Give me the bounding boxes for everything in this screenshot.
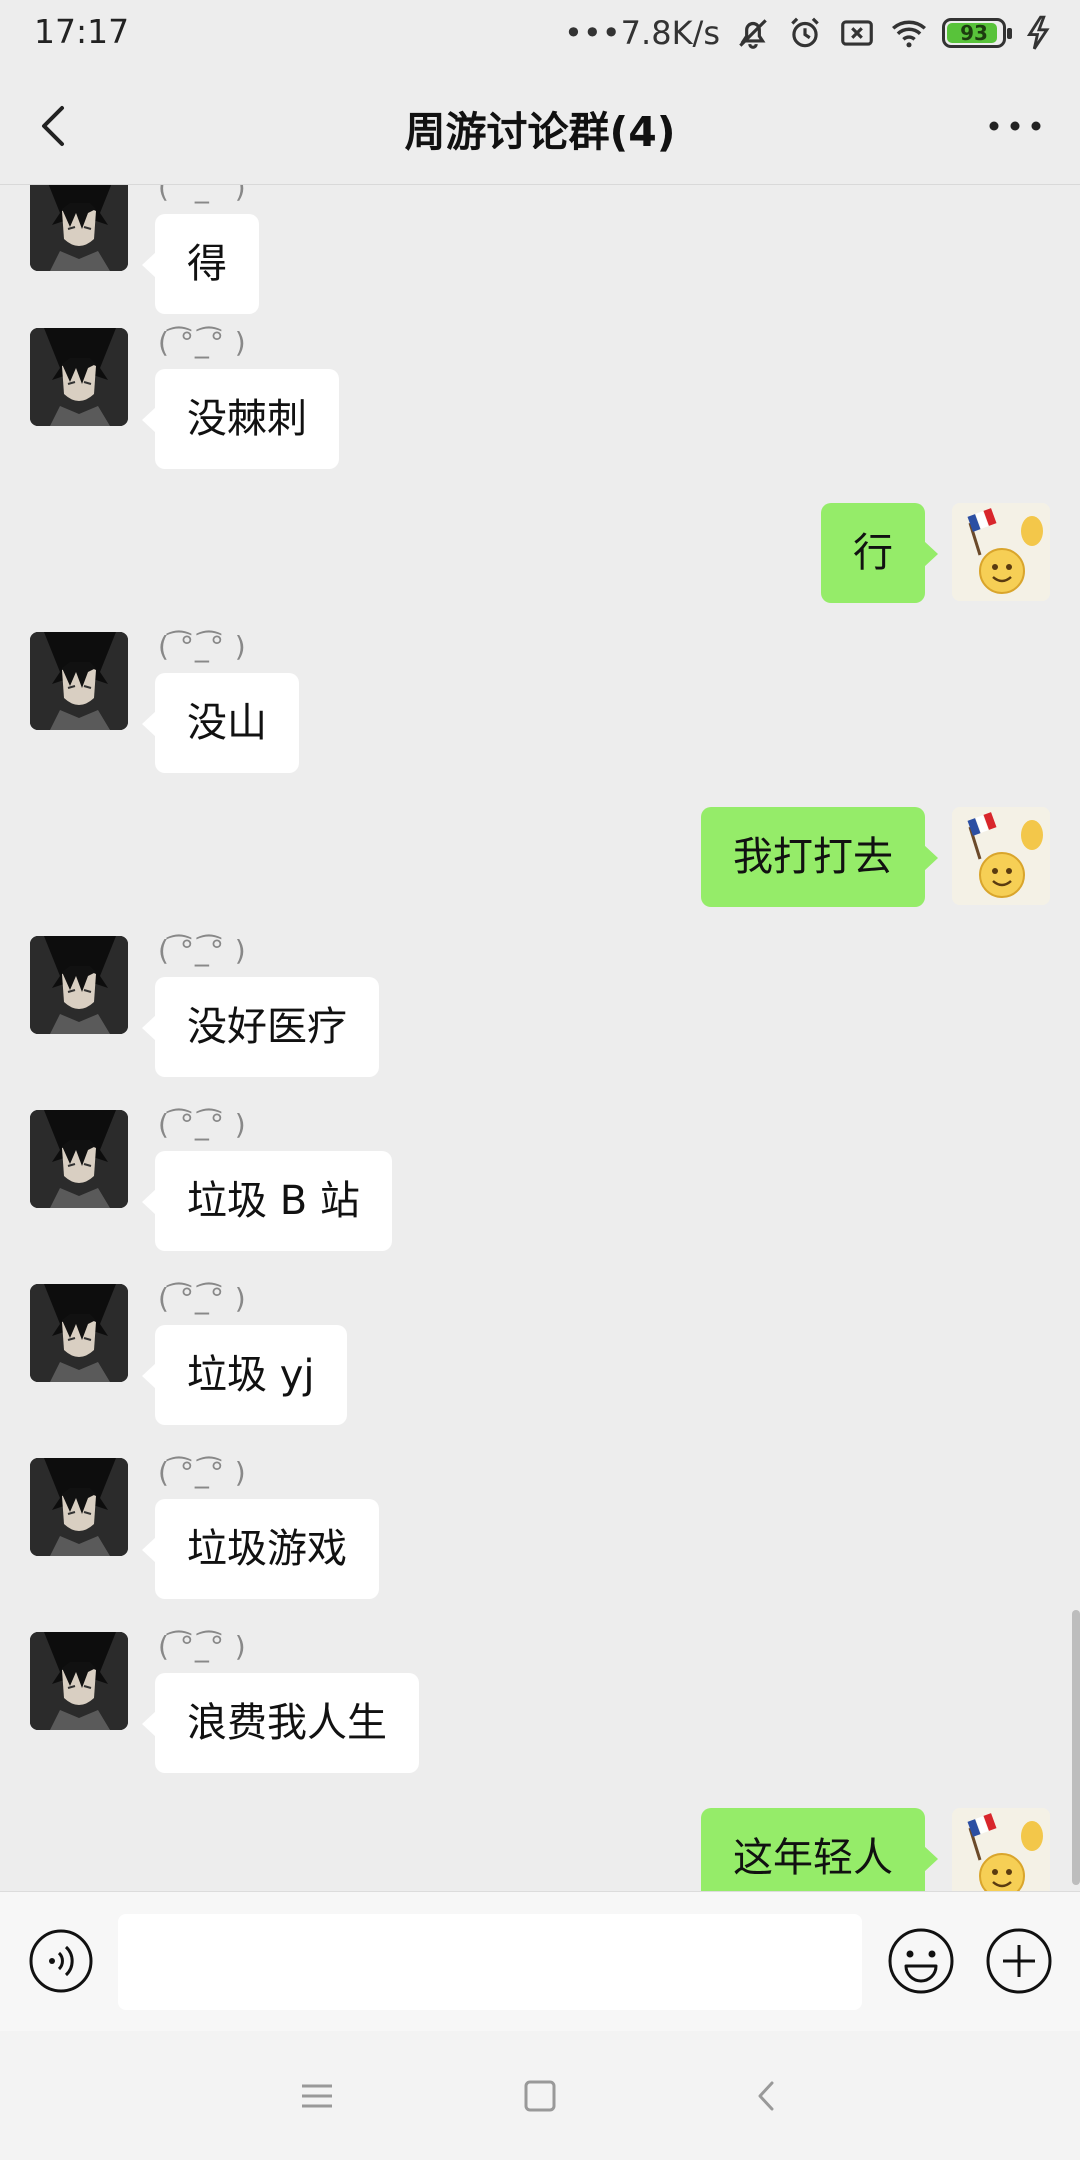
sim-x-icon: [841, 20, 873, 46]
status-bar: 17:17 •••7.8K/s 93: [0, 0, 1080, 66]
sender-avatar[interactable]: [30, 936, 128, 1034]
message-bubble-incoming[interactable]: 浪费我人生: [142, 1673, 419, 1773]
message-bubble-outgoing[interactable]: 这年轻人: [701, 1808, 938, 1891]
chat-title: 周游讨论群(4): [404, 108, 676, 156]
message-bubble-incoming[interactable]: 垃圾 yj: [142, 1325, 347, 1425]
sender-avatar[interactable]: [30, 632, 128, 730]
sender-avatar[interactable]: [30, 1458, 128, 1556]
message-row: ( ͡°_͡° ) 得: [0, 185, 1080, 314]
message-row: ( ͡°_͡° ) 垃圾 yj: [0, 1282, 1080, 1425]
message-row: ( ͡°_͡° ) 垃圾 B 站: [0, 1108, 1080, 1251]
message-input[interactable]: [118, 1914, 862, 2010]
sender-name: ( ͡°_͡° ): [158, 185, 247, 204]
message-bubble-incoming[interactable]: 得: [142, 214, 259, 314]
voice-icon[interactable]: [28, 1928, 94, 1994]
scrollbar[interactable]: [1072, 1610, 1080, 1885]
message-bubble-incoming[interactable]: 垃圾游戏: [142, 1499, 379, 1599]
battery-level: 93: [960, 21, 988, 45]
my-avatar[interactable]: [952, 503, 1050, 601]
sender-name: ( ͡°_͡° ): [158, 326, 247, 359]
message-row: ( ͡°_͡° ) 没山: [0, 630, 1080, 773]
home-icon[interactable]: [515, 2071, 565, 2121]
menu-icon[interactable]: [292, 2071, 342, 2121]
sender-avatar[interactable]: [30, 1110, 128, 1208]
battery-icon: 93: [942, 18, 1012, 48]
sender-name: ( ͡°_͡° ): [158, 1108, 247, 1141]
emoji-icon[interactable]: [886, 1926, 956, 1996]
message-bubble-outgoing[interactable]: 我打打去: [701, 807, 938, 907]
sender-name: ( ͡°_͡° ): [158, 934, 247, 967]
my-avatar[interactable]: [952, 1808, 1050, 1891]
status-icons: •••7.8K/s 93: [564, 10, 1058, 56]
message-bubble-incoming[interactable]: 没棘刺: [142, 369, 339, 469]
message-list[interactable]: ( ͡°_͡° ) 得 ( ͡°_͡° ) 没棘刺 行 (͡°_͡°) 没山…: [0, 185, 1080, 1891]
sender-avatar[interactable]: [30, 328, 128, 426]
status-time: 17:17: [34, 12, 130, 51]
wifi-icon: [892, 20, 926, 48]
message-bubble-outgoing[interactable]: 行: [821, 503, 938, 603]
sender-name: ( ͡°_͡° ): [158, 630, 247, 663]
message-bubble-incoming[interactable]: 没好医疗: [142, 977, 379, 1077]
sender-avatar[interactable]: [30, 1632, 128, 1730]
alarm-icon: [791, 17, 819, 48]
input-bar: [0, 1891, 1080, 2031]
message-row: 我打打去: [0, 807, 1080, 937]
sender-avatar[interactable]: [30, 1284, 128, 1382]
net-speed: •••7.8K/s: [564, 14, 720, 52]
message-bubble-incoming[interactable]: 垃圾 B 站: [142, 1151, 392, 1251]
mute-bell-icon: [739, 19, 767, 49]
message-row: 这年轻人: [0, 1808, 1080, 1891]
charging-icon: [1026, 15, 1050, 50]
message-row: 行: [0, 503, 1080, 633]
sender-name: ( ͡°_͡° ): [158, 1282, 247, 1315]
message-row: ( ͡°_͡° ) 没好医疗: [0, 934, 1080, 1077]
system-nav-bar: [0, 2031, 1080, 2160]
more-dots-icon[interactable]: [980, 96, 1050, 156]
message-bubble-incoming[interactable]: 没山: [142, 673, 299, 773]
sender-name: ( ͡°_͡° ): [158, 1456, 247, 1489]
my-avatar[interactable]: [952, 807, 1050, 905]
message-row: ( ͡°_͡° ) 垃圾游戏: [0, 1456, 1080, 1599]
message-row: ( ͡°_͡° ) 没棘刺: [0, 326, 1080, 469]
sender-name: ( ͡°_͡° ): [158, 1630, 247, 1663]
back-icon[interactable]: [742, 2071, 792, 2121]
message-row: ( ͡°_͡° ) 浪费我人生: [0, 1630, 1080, 1773]
plus-icon[interactable]: [984, 1926, 1054, 1996]
chat-header: 周游讨论群(4): [0, 66, 1080, 185]
sender-avatar[interactable]: [30, 185, 128, 271]
